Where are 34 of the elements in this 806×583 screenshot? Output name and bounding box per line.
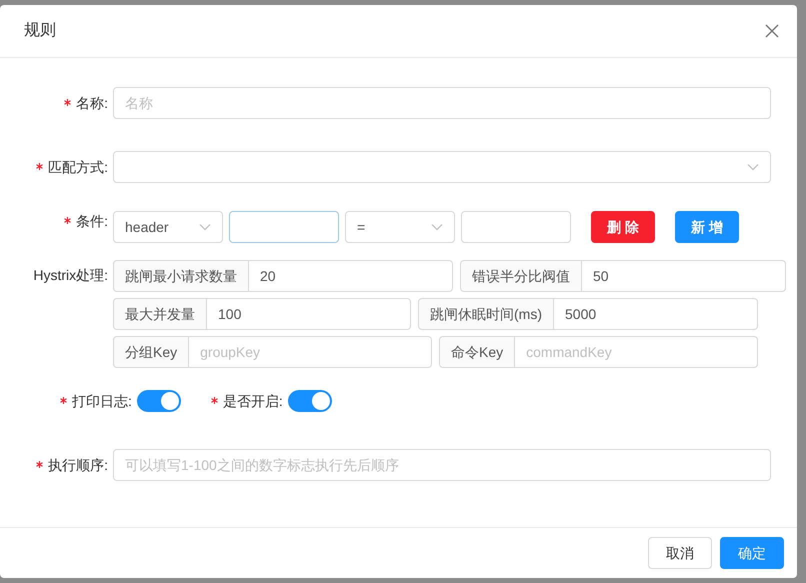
dialog-title: 规则 — [24, 21, 56, 41]
type-select[interactable]: header — [113, 211, 223, 243]
operator-select[interactable]: = — [345, 211, 455, 243]
close-icon[interactable] — [765, 24, 779, 38]
value-input[interactable]: 100 — [207, 298, 411, 330]
value-input[interactable] — [461, 211, 571, 243]
field-label: 是否开启: — [222, 392, 283, 410]
field-label: 名称: — [76, 94, 108, 112]
field-label: 匹配方式: — [48, 158, 108, 176]
order-input[interactable]: 可以填写1-100之间的数字标志执行先后顺序 — [113, 449, 771, 481]
field-label: 打印日志: — [72, 392, 132, 410]
toggle-switch[interactable] — [136, 390, 181, 412]
toggle-switch[interactable] — [288, 390, 332, 412]
chevron-down-icon — [199, 223, 211, 231]
input-addon: 跳闸休眠时间(ms) — [418, 298, 554, 330]
key-input[interactable] — [229, 211, 339, 243]
input-addon: 分组Key — [113, 336, 190, 368]
field-label: Hystrix处理: — [33, 266, 108, 285]
value-input[interactable]: 50 — [582, 260, 786, 292]
field-label: 执行顺序: — [48, 456, 108, 474]
footer-button[interactable]: 取消 — [648, 537, 712, 569]
name-input[interactable]: 名称 — [113, 87, 771, 119]
input-addon: 命令Key — [439, 336, 516, 368]
input-addon: 跳闸最小请求数量 — [113, 260, 249, 292]
input-addon: 最大并发量 — [113, 298, 207, 330]
value-input[interactable]: commandKey — [515, 336, 758, 368]
action-button[interactable]: 删 除 — [591, 211, 655, 243]
field-label: 条件: — [76, 212, 108, 231]
value-input[interactable]: 20 — [249, 260, 453, 292]
chevron-down-icon — [747, 163, 759, 171]
chevron-down-icon — [431, 223, 443, 231]
value-input[interactable]: 5000 — [554, 298, 758, 330]
input-addon: 错误半分比阀值 — [460, 260, 582, 292]
value-input[interactable]: groupKey — [189, 336, 432, 368]
